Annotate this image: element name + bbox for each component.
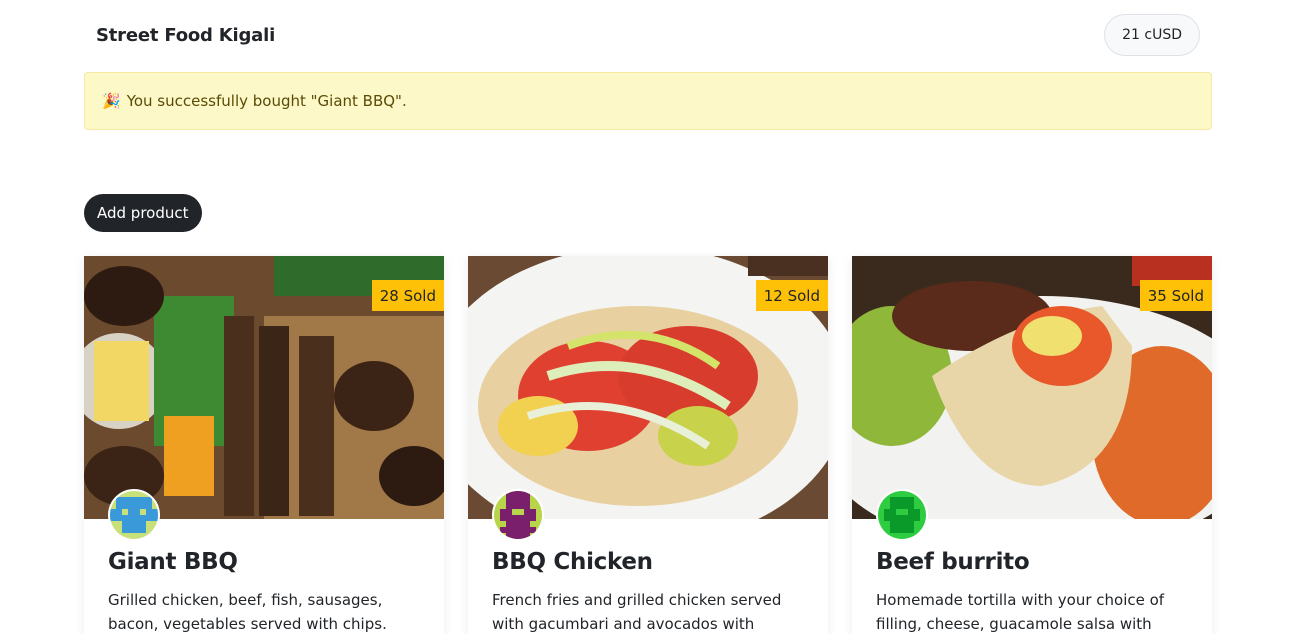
product-description: Grilled chicken, beef, fish, sausages, b… (108, 591, 387, 633)
balance-badge: 21 cUSD (1104, 14, 1200, 56)
alert-message: You successfully bought "Giant BBQ". (126, 92, 407, 110)
brand-title[interactable]: Street Food Kigali (84, 25, 275, 46)
product-image: 35 Sold (852, 256, 1212, 519)
sold-count-badge: 35 Sold (1139, 280, 1212, 311)
sold-count-badge: 12 Sold (755, 280, 828, 311)
add-product-button[interactable]: Add product (84, 194, 202, 232)
product-title: BBQ Chicken (492, 549, 653, 575)
product-card: 12 Sold BBQ Chicken French fries and gri… (468, 256, 828, 634)
product-card: 28 Sold Giant BBQ Grilled chicken, beef,… (84, 256, 444, 634)
product-image: 12 Sold (468, 256, 828, 519)
product-description: Homemade tortilla with your choice of fi… (876, 591, 1165, 633)
product-description: French fries and grilled chicken served … (492, 591, 782, 633)
product-title: Beef burrito (876, 549, 1030, 575)
seller-avatar[interactable] (108, 489, 160, 541)
sold-count-badge: 28 Sold (371, 280, 444, 311)
seller-avatar[interactable] (876, 489, 928, 541)
product-list: 28 Sold Giant BBQ Grilled chicken, beef,… (84, 256, 1212, 634)
product-title: Giant BBQ (108, 549, 238, 575)
success-alert: 🎉 You successfully bought "Giant BBQ". (84, 72, 1212, 130)
product-card: 35 Sold Beef burrito Homemade tortilla w… (852, 256, 1212, 634)
seller-avatar[interactable] (492, 489, 544, 541)
product-image: 28 Sold (84, 256, 444, 519)
navbar: Street Food Kigali 21 cUSD (84, 14, 1212, 56)
party-popper-icon: 🎉 (102, 92, 121, 110)
